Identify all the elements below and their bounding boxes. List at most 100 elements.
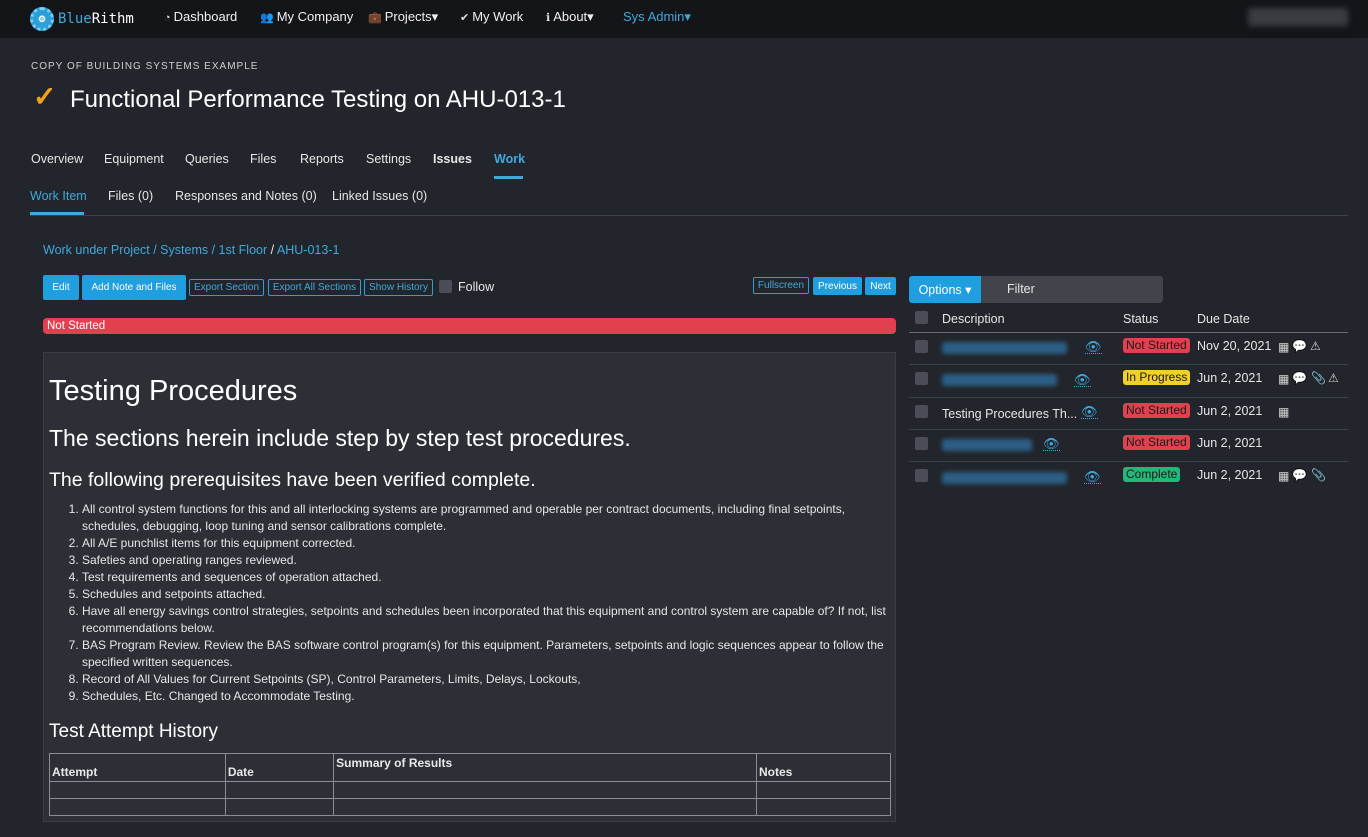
status-badge: Complete	[1123, 467, 1181, 482]
tab-overview[interactable]: Overview	[31, 152, 83, 166]
show-history-button[interactable]: Show History	[364, 279, 433, 296]
add-note-files-button[interactable]: Add Note and Files	[82, 275, 186, 300]
list-item: All A/E punchlist items for this equipme…	[82, 535, 894, 552]
active-tab-indicator	[494, 176, 523, 179]
row-checkbox[interactable]	[915, 340, 928, 353]
paperclip-icon[interactable]: 📎	[1311, 371, 1326, 385]
breadcrumb-link-path[interactable]: Work under Project / Systems / 1st Floor	[43, 243, 267, 257]
status-bar: Not Started	[43, 318, 896, 334]
tab-files[interactable]: Files	[250, 152, 276, 166]
content-heading-2: The sections herein include step by step…	[49, 425, 631, 451]
list-item: Have all energy savings control strategi…	[82, 603, 894, 637]
gear-logo-icon: ⚙	[30, 7, 54, 31]
tab-equipment[interactable]: Equipment	[104, 152, 164, 166]
eye-icon[interactable]: 👁	[1081, 405, 1098, 419]
grid-icon[interactable]: ▦	[1278, 405, 1289, 419]
status-badge: Not Started	[1123, 403, 1190, 418]
table-header-divider	[909, 332, 1348, 333]
eye-icon[interactable]: 👁	[1084, 470, 1101, 484]
list-item: Test requirements and sequences of opera…	[82, 569, 894, 586]
logo[interactable]: ⚙ BlueRithm	[30, 7, 134, 31]
status-badge: In Progress	[1123, 370, 1191, 385]
select-all-checkbox[interactable]	[915, 311, 928, 324]
subtab-linked-issues[interactable]: Linked Issues (0)	[332, 189, 427, 203]
row-description-redacted[interactable]	[942, 342, 1067, 354]
warning-icon[interactable]: ⚠	[1328, 371, 1339, 385]
list-item: Schedules and setpoints attached.	[82, 586, 894, 603]
eye-icon[interactable]: 👁	[1085, 340, 1102, 354]
nav-my-company[interactable]: 👥 My Company	[260, 9, 353, 24]
row-description-redacted[interactable]	[942, 374, 1057, 386]
tab-settings[interactable]: Settings	[366, 152, 411, 166]
due-date: Jun 2, 2021	[1197, 468, 1263, 482]
content-heading-1: Testing Procedures	[49, 375, 298, 407]
row-checkbox[interactable]	[915, 405, 928, 418]
edit-button[interactable]: Edit	[43, 275, 79, 300]
nav-about[interactable]: ℹ About▾	[546, 9, 594, 25]
list-item: Schedules, Etc. Changed to Accommodate T…	[82, 688, 894, 705]
subtab-divider	[30, 215, 1348, 216]
breadcrumb-link-item[interactable]: AHU-013-1	[277, 243, 340, 257]
nav-my-work[interactable]: ✔ My Work	[460, 9, 523, 24]
due-date: Jun 2, 2021	[1197, 436, 1263, 450]
top-navbar: ⚙ BlueRithm ◔ Dashboard 👥 My Company 💼 Proj…	[0, 0, 1368, 38]
export-section-button[interactable]: Export Section	[189, 279, 264, 296]
options-dropdown-button[interactable]: Options ▾	[909, 276, 981, 303]
dashboard-icon: ◔	[164, 12, 171, 24]
grid-icon[interactable]: ▦	[1278, 469, 1289, 483]
row-divider	[909, 364, 1348, 365]
tab-work[interactable]: Work	[494, 152, 525, 166]
row-description-redacted[interactable]	[942, 439, 1032, 451]
comments-icon[interactable]: 💬	[1292, 371, 1307, 385]
comments-icon[interactable]: 💬	[1292, 339, 1307, 353]
eye-icon[interactable]: 👁	[1074, 373, 1091, 387]
user-menu[interactable]	[1248, 8, 1348, 26]
nav-dashboard[interactable]: ◔ Dashboard	[164, 9, 237, 24]
row-description-redacted[interactable]	[942, 472, 1067, 484]
grid-icon[interactable]: ▦	[1278, 340, 1289, 354]
row-checkbox[interactable]	[915, 437, 928, 450]
nav-projects[interactable]: 💼 Projects▾	[368, 9, 438, 25]
row-divider	[909, 397, 1348, 398]
table-row	[49, 781, 891, 799]
checkmark-icon: ✓	[33, 81, 57, 112]
row-checkbox[interactable]	[915, 372, 928, 385]
comments-icon[interactable]: 💬	[1292, 468, 1307, 482]
follow-label: Follow	[458, 280, 495, 294]
due-date: Nov 20, 2021	[1197, 339, 1272, 353]
previous-button[interactable]: Previous	[813, 277, 862, 295]
breadcrumb: Work under Project / Systems / 1st Floor…	[43, 243, 340, 257]
follow-checkbox[interactable]	[439, 280, 452, 293]
test-history-heading: Test Attempt History	[49, 721, 218, 742]
filter-input[interactable]: Filter	[981, 276, 1163, 303]
prerequisite-list: All control system functions for this an…	[64, 501, 894, 705]
table-header: Summary of Results	[333, 753, 758, 782]
status-badge: Not Started	[1123, 338, 1190, 353]
col-header-due-date[interactable]: Due Date	[1197, 312, 1250, 326]
row-divider	[909, 429, 1348, 430]
eye-icon[interactable]: 👁	[1043, 437, 1060, 451]
row-checkbox[interactable]	[915, 469, 928, 482]
test-history-table: Attempt Date Summary of Results Notes	[49, 753, 891, 816]
paperclip-icon[interactable]: 📎	[1311, 468, 1326, 482]
col-header-status[interactable]: Status	[1123, 312, 1158, 326]
tab-reports[interactable]: Reports	[300, 152, 344, 166]
grid-icon[interactable]: ▦	[1278, 372, 1289, 386]
warning-icon[interactable]: ⚠	[1310, 339, 1321, 353]
next-button[interactable]: Next	[865, 277, 896, 295]
tab-issues[interactable]: Issues	[433, 152, 472, 166]
subtab-responses-notes[interactable]: Responses and Notes (0)	[175, 189, 317, 203]
content-heading-3: The following prerequisites have been ve…	[49, 469, 536, 491]
col-header-description[interactable]: Description	[942, 312, 1005, 326]
tab-queries[interactable]: Queries	[185, 152, 229, 166]
nav-sys-admin[interactable]: Sys Admin▾	[623, 9, 691, 25]
table-header: Notes	[756, 753, 891, 782]
row-divider	[909, 461, 1348, 462]
subtab-files[interactable]: Files (0)	[108, 189, 153, 203]
list-item: BAS Program Review. Review the BAS softw…	[82, 637, 894, 671]
fullscreen-button[interactable]: Fullscreen	[753, 277, 809, 294]
subtab-work-item[interactable]: Work Item	[30, 189, 87, 203]
export-all-sections-button[interactable]: Export All Sections	[268, 279, 361, 296]
row-description[interactable]: Testing Procedures Th...	[942, 407, 1077, 421]
table-header: Attempt	[49, 753, 226, 782]
